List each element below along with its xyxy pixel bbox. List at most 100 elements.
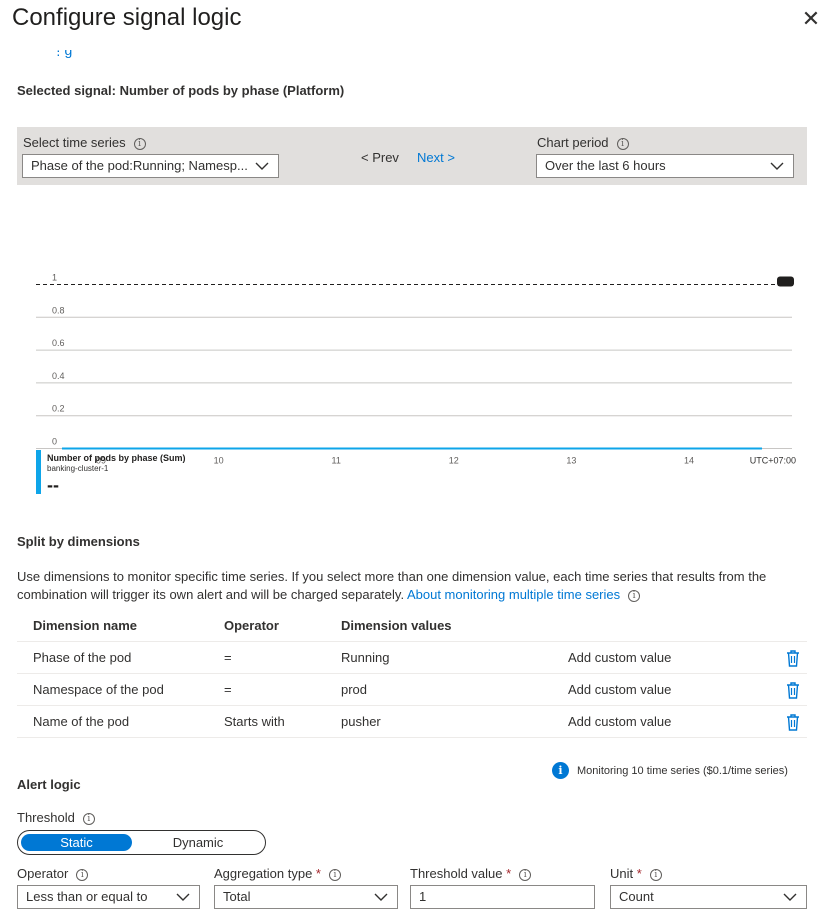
timezone-label: UTC+07:00 (750, 456, 796, 466)
alert-logic-heading: Alert logic (17, 777, 81, 792)
info-icon[interactable]: i (616, 137, 629, 150)
x-tick-label: 10 (214, 456, 224, 466)
unit-label: Unit * i (610, 866, 662, 881)
table-row: Phase of the pod = Running Add custom va… (17, 642, 807, 674)
chevron-down-icon (176, 893, 190, 901)
unit-value: Count (619, 889, 654, 904)
dimension-value[interactable]: pusher (341, 714, 381, 729)
operator-dropdown[interactable]: Less than or equal to (17, 885, 200, 909)
aggregation-label-text: Aggregation type (214, 866, 313, 881)
chevron-down-icon (770, 162, 784, 170)
prev-button[interactable]: < Prev (361, 150, 399, 165)
split-description: Use dimensions to monitor specific time … (17, 568, 797, 604)
operator-label-text: Operator (17, 866, 69, 881)
dimension-value[interactable]: prod (341, 682, 367, 697)
threshold-toggle: Static Dynamic (17, 830, 266, 855)
info-icon[interactable]: i (133, 137, 146, 150)
y-tick-label: 0.4 (52, 371, 65, 381)
time-series-dropdown[interactable]: Phase of the pod:Running; Namesp... (22, 154, 279, 178)
y-tick-label: 0.8 (52, 305, 65, 315)
trash-icon[interactable] (785, 713, 801, 731)
dimension-operator[interactable]: = (224, 682, 232, 697)
info-icon[interactable]: i (628, 589, 641, 602)
table-row: Namespace of the pod = prod Add custom v… (17, 674, 807, 706)
unit-dropdown[interactable]: Count (610, 885, 807, 909)
static-option[interactable]: Static (21, 834, 132, 851)
dimension-name[interactable]: Namespace of the pod (33, 682, 164, 697)
aggregation-label: Aggregation type * i (214, 866, 341, 881)
dynamic-option[interactable]: Dynamic (158, 834, 238, 851)
chart-period-dropdown[interactable]: Over the last 6 hours (536, 154, 794, 178)
scrolled-link-fragment: · g · (56, 50, 73, 58)
unit-label-text: Unit (610, 866, 634, 881)
signal-chart: 00.20.40.60.8109 10 11 12 13 14 UTC+07:00 (36, 273, 796, 466)
trash-icon[interactable] (785, 649, 801, 667)
trash-icon[interactable] (785, 681, 801, 699)
chevron-down-icon (783, 893, 797, 901)
dimension-name[interactable]: Phase of the pod (33, 650, 131, 665)
info-icon[interactable]: i (519, 868, 532, 881)
x-tick-label: 14 (684, 456, 694, 466)
info-icon[interactable]: i (328, 868, 341, 881)
required-mark: * (506, 866, 512, 881)
x-tick-label: 11 (332, 456, 341, 466)
split-heading: Split by dimensions (17, 534, 140, 549)
panel-title: Configure signal logic (12, 4, 242, 31)
column-header: Dimension name (33, 618, 138, 633)
select-time-series-text: Select time series (23, 135, 126, 150)
y-tick-label: 0.6 (52, 338, 65, 348)
required-mark: * (315, 866, 321, 881)
add-custom-value[interactable]: Add custom value (568, 650, 671, 665)
column-header: Operator (224, 618, 279, 633)
aggregation-value: Total (223, 889, 251, 904)
operator-value: Less than or equal to (26, 889, 148, 904)
info-icon[interactable]: i (76, 868, 89, 881)
time-series-value: Phase of the pod:Running; Namesp... (31, 158, 248, 173)
threshold-value-label: Threshold value * i (410, 866, 532, 881)
dimension-operator[interactable]: Starts with (224, 714, 285, 729)
table-row: Name of the pod Starts with pusher Add c… (17, 706, 807, 738)
threshold-value-label-text: Threshold value (410, 866, 503, 881)
next-button[interactable]: Next > (417, 150, 455, 165)
monitoring-info: i Monitoring 10 time series ($0.1/time s… (552, 762, 788, 779)
threshold-label-text: Threshold (17, 810, 75, 825)
required-mark: * (636, 866, 642, 881)
threshold-value-text: 1 (419, 889, 427, 904)
y-tick-label: 0 (52, 437, 57, 447)
dimension-value[interactable]: Running (341, 650, 389, 665)
y-tick-label: 1 (52, 273, 57, 283)
x-tick-label: 12 (449, 456, 459, 466)
threshold-value-input[interactable]: 1 (410, 885, 595, 909)
chart-period-text: Chart period (537, 135, 609, 150)
threshold-marker (777, 276, 794, 287)
close-icon[interactable]: ✕ (798, 6, 824, 32)
dimensions-table: Dimension name Operator Dimension values… (17, 610, 807, 738)
legend-value: -- (47, 475, 59, 495)
chevron-down-icon (374, 893, 388, 901)
time-series-bar: Select time series i Phase of the pod:Run… (17, 127, 807, 185)
operator-label: Operator i (17, 866, 89, 881)
add-custom-value[interactable]: Add custom value (568, 682, 671, 697)
y-tick-label: 0.2 (52, 404, 65, 414)
selected-signal: Selected signal: Number of pods by phase… (17, 83, 345, 98)
legend-color-bar (36, 450, 41, 494)
chart-period-label: Chart period i (537, 135, 629, 150)
threshold-label: Threshold i (17, 810, 95, 825)
legend-resource: banking-cluster-1 (47, 464, 109, 473)
add-custom-value[interactable]: Add custom value (568, 714, 671, 729)
monitoring-text: Monitoring 10 time series ($0.1/time ser… (577, 764, 788, 777)
chevron-down-icon (255, 162, 269, 170)
legend-series-name: Number of pods by phase (Sum) (47, 453, 186, 463)
about-multiple-time-series-link[interactable]: About monitoring multiple time series (407, 587, 620, 602)
info-circle-icon: i (552, 762, 569, 779)
table-header: Dimension name Operator Dimension values (17, 610, 807, 642)
dimension-operator[interactable]: = (224, 650, 232, 665)
chart-period-value: Over the last 6 hours (545, 158, 666, 173)
aggregation-dropdown[interactable]: Total (214, 885, 398, 909)
dimension-name[interactable]: Name of the pod (33, 714, 129, 729)
split-description-text: Use dimensions to monitor specific time … (17, 569, 767, 602)
column-header: Dimension values (341, 618, 452, 633)
info-icon[interactable]: i (82, 812, 95, 825)
info-icon[interactable]: i (649, 868, 662, 881)
x-tick-label: 13 (566, 456, 576, 466)
